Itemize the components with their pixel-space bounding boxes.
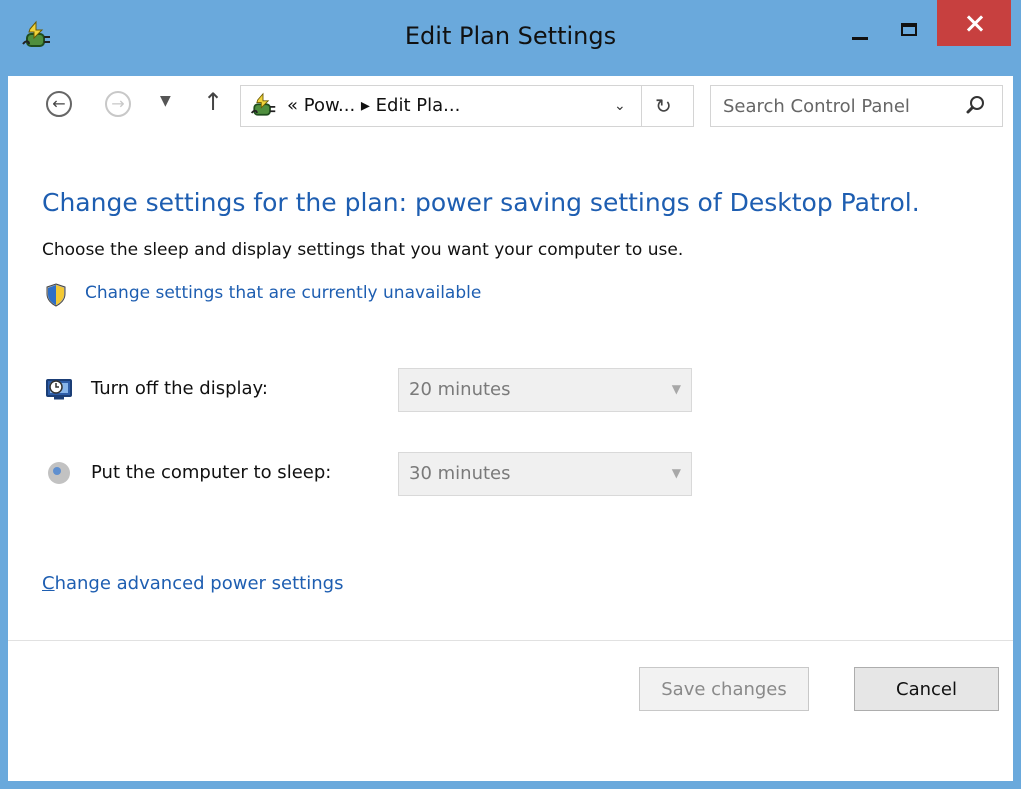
search-box[interactable]	[710, 85, 1003, 127]
up-button[interactable]: ↑	[203, 88, 223, 116]
uac-shield-icon	[46, 283, 66, 307]
change-unavailable-settings-link[interactable]: Change settings that are currently unava…	[85, 283, 481, 303]
computer-sleep-value: 30 minutes	[409, 463, 511, 484]
minimize-button[interactable]	[838, 14, 882, 50]
search-input[interactable]	[723, 92, 963, 120]
computer-sleep-select[interactable]: 30 minutes ▼	[398, 452, 692, 496]
computer-sleep-label: Put the computer to sleep:	[91, 462, 332, 483]
save-changes-button[interactable]: Save changes	[639, 667, 809, 711]
turn-off-display-label: Turn off the display:	[91, 378, 268, 399]
turn-off-display-select[interactable]: 20 minutes ▼	[398, 368, 692, 412]
search-icon[interactable]	[965, 94, 987, 116]
title-bar[interactable]: Edit Plan Settings	[0, 0, 1021, 76]
forward-arrow-icon: →	[111, 94, 125, 113]
sleep-moon-icon	[48, 462, 70, 484]
navigation-bar: ← → ▼ ↑ « Pow... ▸ Edit Pla... ⌄ ↻	[8, 76, 1013, 138]
up-arrow-icon: ↑	[203, 88, 224, 116]
turn-off-display-value: 20 minutes	[409, 379, 511, 400]
back-button[interactable]: ←	[46, 91, 72, 117]
address-dropdown-icon[interactable]: ⌄	[614, 98, 626, 114]
close-button[interactable]	[937, 0, 1011, 46]
edit-plan-settings-window: Edit Plan Settings ← → ▼ ↑ « Pow... ▸ Ed…	[0, 0, 1021, 789]
advanced-link-access-key: C	[42, 573, 55, 594]
power-options-icon	[250, 92, 276, 116]
back-arrow-icon: ←	[52, 94, 66, 113]
advanced-link-label: hange advanced power settings	[54, 573, 344, 594]
cancel-button[interactable]: Cancel	[854, 667, 999, 711]
address-separator	[641, 86, 642, 126]
page-subheading: Choose the sleep and display settings th…	[42, 240, 684, 260]
recent-locations-button[interactable]: ▼	[160, 93, 171, 109]
chevron-down-icon: ▼	[671, 382, 681, 396]
address-path[interactable]: « Pow... ▸ Edit Pla...	[287, 95, 460, 116]
chevron-down-icon: ▼	[671, 466, 681, 480]
address-bar[interactable]: « Pow... ▸ Edit Pla... ⌄ ↻	[240, 85, 694, 127]
maximize-button[interactable]	[888, 14, 932, 50]
footer-divider	[8, 640, 1013, 641]
page-heading: Change settings for the plan: power savi…	[42, 188, 920, 217]
advanced-power-settings-link[interactable]: Change advanced power settings	[42, 573, 343, 594]
refresh-icon[interactable]: ↻	[655, 94, 672, 118]
display-icon	[46, 379, 72, 400]
forward-button[interactable]: →	[105, 91, 131, 117]
